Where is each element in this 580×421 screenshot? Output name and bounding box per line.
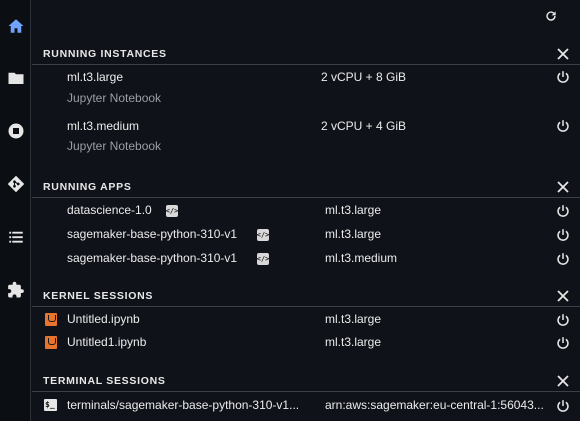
list-icon[interactable] <box>0 219 31 255</box>
close-icon[interactable] <box>557 47 570 60</box>
running-instances-header: RUNNING INSTANCES <box>32 43 580 65</box>
close-icon[interactable] <box>557 289 570 302</box>
shutdown-power-icon[interactable] <box>556 336 572 352</box>
terminal-arn: arn:aws:sagemaker:eu-central-1:56043... <box>325 398 544 412</box>
running-terminals-kernels-panel: RUNNING INSTANCES ml.t3.large 2 vCPU + 8… <box>32 0 580 421</box>
close-icon[interactable] <box>557 180 570 193</box>
shutdown-power-icon[interactable] <box>556 252 572 268</box>
kernel-instance: ml.t3.large <box>325 312 382 326</box>
app-row: datascience-1.0 </> ml.t3.large <box>32 202 580 226</box>
notebook-icon <box>45 336 57 349</box>
refresh-icon[interactable] <box>544 9 560 25</box>
kernel-name[interactable]: Untitled.ipynb <box>67 312 140 326</box>
terminal-row: $_ terminals/sagemaker-base-python-310-v… <box>32 396 580 420</box>
kernel-row: Untitled.ipynb ml.t3.large <box>32 311 580 335</box>
app-image-icon: </> <box>256 229 270 241</box>
instance-type: ml.t3.large <box>67 70 124 84</box>
home-icon[interactable] <box>0 8 31 44</box>
app-image-icon: </> <box>165 205 179 217</box>
kernel-instance: ml.t3.large <box>325 335 382 349</box>
terminal-sessions-header: TERMINAL SESSIONS <box>32 370 580 392</box>
instance-spec: 2 vCPU + 8 GiB <box>321 70 407 84</box>
instance-spec: 2 vCPU + 4 GiB <box>321 119 407 133</box>
kernel-name[interactable]: Untitled1.ipynb <box>67 335 146 349</box>
kernel-sessions-header: KERNEL SESSIONS <box>32 285 580 307</box>
stop-circle-icon[interactable] <box>0 113 31 149</box>
instance-app-type: Jupyter Notebook <box>67 139 162 153</box>
git-icon[interactable] <box>0 166 31 202</box>
section-title: TERMINAL SESSIONS <box>43 375 166 387</box>
instance-app-type: Jupyter Notebook <box>67 91 162 105</box>
section-title: RUNNING INSTANCES <box>43 48 167 60</box>
kernel-row: Untitled1.ipynb ml.t3.large <box>32 334 580 358</box>
section-title: KERNEL SESSIONS <box>43 290 154 302</box>
shutdown-power-icon[interactable] <box>556 228 572 244</box>
app-image-icon: </> <box>256 253 270 265</box>
notebook-icon <box>45 313 57 326</box>
app-instance: ml.t3.medium <box>325 251 398 265</box>
app-instance: ml.t3.large <box>325 227 382 241</box>
app-name: datascience-1.0 <box>67 203 152 217</box>
running-apps-header: RUNNING APPS <box>32 176 580 198</box>
shutdown-power-icon[interactable] <box>556 399 572 415</box>
app-name: sagemaker-base-python-310-v1 <box>67 251 238 265</box>
instance-row: ml.t3.medium 2 vCPU + 4 GiB Jupyter Note… <box>32 116 580 160</box>
instance-row: ml.t3.large 2 vCPU + 8 GiB Jupyter Noteb… <box>32 67 580 111</box>
folder-icon[interactable] <box>0 60 31 96</box>
shutdown-power-icon[interactable] <box>556 70 572 86</box>
instance-type: ml.t3.medium <box>67 119 140 133</box>
app-row: sagemaker-base-python-310-v1 </> ml.t3.l… <box>32 226 580 250</box>
shutdown-power-icon[interactable] <box>556 204 572 220</box>
app-row: sagemaker-base-python-310-v1 </> ml.t3.m… <box>32 250 580 274</box>
terminal-icon: $_ <box>44 399 57 411</box>
close-icon[interactable] <box>557 374 570 387</box>
section-title: RUNNING APPS <box>43 181 132 193</box>
shutdown-power-icon[interactable] <box>556 313 572 329</box>
left-sidebar <box>0 0 31 421</box>
terminal-name[interactable]: terminals/sagemaker-base-python-310-v1..… <box>67 398 299 412</box>
shutdown-power-icon[interactable] <box>556 119 572 135</box>
app-name: sagemaker-base-python-310-v1 <box>67 227 238 241</box>
extension-icon[interactable] <box>0 272 31 308</box>
app-instance: ml.t3.large <box>325 203 382 217</box>
